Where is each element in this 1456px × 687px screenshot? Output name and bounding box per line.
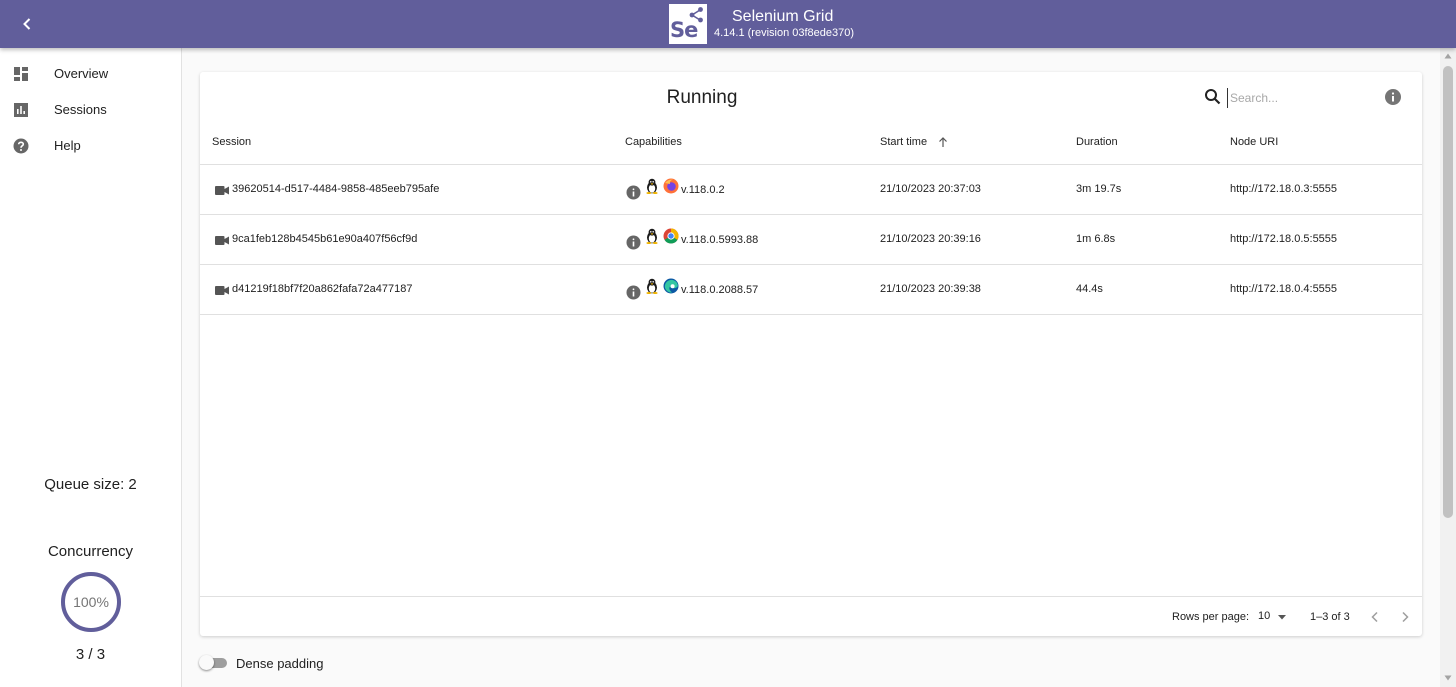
concurrency-label: Concurrency bbox=[47, 543, 134, 560]
app-bar: Se Selenium Grid 4.14.1 (revision 03f8ed… bbox=[0, 0, 1456, 48]
start-time: 21/10/2023 20:39:38 bbox=[880, 283, 981, 295]
column-header-node-uri[interactable]: Node URI bbox=[1230, 136, 1278, 148]
info-icon[interactable] bbox=[626, 285, 641, 300]
rows-per-page-label: Rows per page: bbox=[1172, 611, 1250, 623]
firefox-icon bbox=[663, 178, 679, 194]
chevron-right-icon bbox=[1402, 611, 1409, 623]
sessions-card: Running Session Capabilities Start time … bbox=[200, 72, 1422, 636]
table-row[interactable]: d41219f18bf7f20a862fafa72a477187 v.118.0… bbox=[200, 265, 1422, 315]
chrome-icon bbox=[663, 228, 679, 244]
column-header-duration[interactable]: Duration bbox=[1076, 136, 1118, 148]
linux-icon bbox=[646, 278, 658, 294]
table-row[interactable]: 9ca1feb128b4545b61e90a407f56cf9d v.118.0… bbox=[200, 215, 1422, 265]
app-title: Selenium Grid bbox=[732, 8, 834, 25]
bar-chart-icon bbox=[14, 103, 28, 117]
logo-text: Se bbox=[670, 18, 698, 42]
browser-version: v.118.0.2088.57 bbox=[681, 284, 759, 296]
back-button[interactable] bbox=[14, 12, 40, 36]
dense-padding-label: Dense padding bbox=[236, 656, 324, 671]
linux-icon bbox=[646, 228, 658, 244]
column-header-start-time[interactable]: Start time bbox=[880, 136, 927, 148]
app-version: 4.14.1 (revision 03f8ede370) bbox=[714, 27, 855, 39]
arrow-up-icon[interactable] bbox=[937, 136, 949, 148]
column-header-capabilities[interactable]: Capabilities bbox=[625, 136, 682, 148]
sidebar-item-help[interactable]: Help bbox=[0, 128, 181, 164]
search-input[interactable] bbox=[1227, 88, 1367, 108]
vertical-scrollbar[interactable] bbox=[1440, 48, 1456, 687]
start-time: 21/10/2023 20:39:16 bbox=[880, 233, 981, 245]
scroll-down-arrow-icon[interactable] bbox=[1444, 675, 1452, 681]
sidebar-item-overview[interactable]: Overview bbox=[0, 56, 181, 92]
sidebar-item-sessions[interactable]: Sessions bbox=[0, 92, 181, 128]
info-icon[interactable] bbox=[626, 235, 641, 250]
info-icon[interactable] bbox=[1384, 88, 1402, 106]
browser-version: v.118.0.2 bbox=[681, 184, 725, 196]
footer-divider bbox=[200, 596, 1422, 597]
column-header-session[interactable]: Session bbox=[212, 136, 251, 148]
search-icon bbox=[1205, 89, 1221, 105]
chevron-left-icon bbox=[1371, 611, 1378, 623]
start-time: 21/10/2023 20:37:03 bbox=[880, 183, 981, 195]
sidebar-item-label: Help bbox=[54, 138, 81, 153]
selenium-logo: Se bbox=[669, 4, 707, 44]
concurrency-percent: 100% bbox=[73, 594, 109, 610]
linux-icon bbox=[646, 178, 658, 194]
node-uri: http://172.18.0.5:5555 bbox=[1230, 233, 1338, 245]
video-camera-icon[interactable] bbox=[215, 286, 229, 295]
concurrency-count: 3 / 3 bbox=[75, 646, 106, 663]
help-icon bbox=[13, 138, 29, 154]
sidebar-item-label: Overview bbox=[54, 66, 109, 81]
page-title: Running bbox=[666, 87, 738, 108]
queue-size: Queue size: 2 bbox=[44, 476, 137, 493]
scroll-up-arrow-icon[interactable] bbox=[1444, 53, 1452, 59]
session-id: 9ca1feb128b4545b61e90a407f56cf9d bbox=[232, 233, 418, 245]
pagination-range: 1–3 of 3 bbox=[1310, 611, 1350, 623]
info-icon[interactable] bbox=[626, 185, 641, 200]
duration: 44.4s bbox=[1076, 283, 1103, 295]
dropdown-arrow-icon bbox=[1278, 615, 1286, 620]
rows-per-page-select[interactable]: 10 bbox=[1257, 607, 1287, 627]
session-id: d41219f18bf7f20a862fafa72a477187 bbox=[232, 283, 413, 295]
node-uri: http://172.18.0.4:5555 bbox=[1230, 283, 1338, 295]
video-camera-icon[interactable] bbox=[215, 186, 229, 195]
rows-per-page-value: 10 bbox=[1258, 610, 1271, 622]
browser-version: v.118.0.5993.88 bbox=[681, 234, 759, 246]
edge-icon bbox=[663, 278, 679, 294]
session-id: 39620514-d517-4484-9858-485eeb795afe bbox=[232, 183, 440, 195]
dense-padding-toggle[interactable] bbox=[199, 655, 229, 670]
toggle-thumb bbox=[199, 655, 214, 670]
duration: 3m 19.7s bbox=[1076, 183, 1122, 195]
video-camera-icon[interactable] bbox=[215, 236, 229, 245]
sidebar: Overview Sessions Help Queue size: 2 Con… bbox=[0, 48, 182, 687]
previous-page-button[interactable] bbox=[1365, 606, 1385, 628]
arrow-back-icon bbox=[23, 18, 31, 30]
next-page-button[interactable] bbox=[1395, 606, 1415, 628]
node-uri: http://172.18.0.3:5555 bbox=[1230, 183, 1338, 195]
dashboard-icon bbox=[14, 67, 28, 81]
sidebar-item-label: Sessions bbox=[54, 102, 107, 117]
table-row[interactable]: 39620514-d517-4484-9858-485eeb795afe v.1… bbox=[200, 165, 1422, 215]
scrollbar-thumb[interactable] bbox=[1443, 66, 1453, 518]
duration: 1m 6.8s bbox=[1076, 233, 1116, 245]
